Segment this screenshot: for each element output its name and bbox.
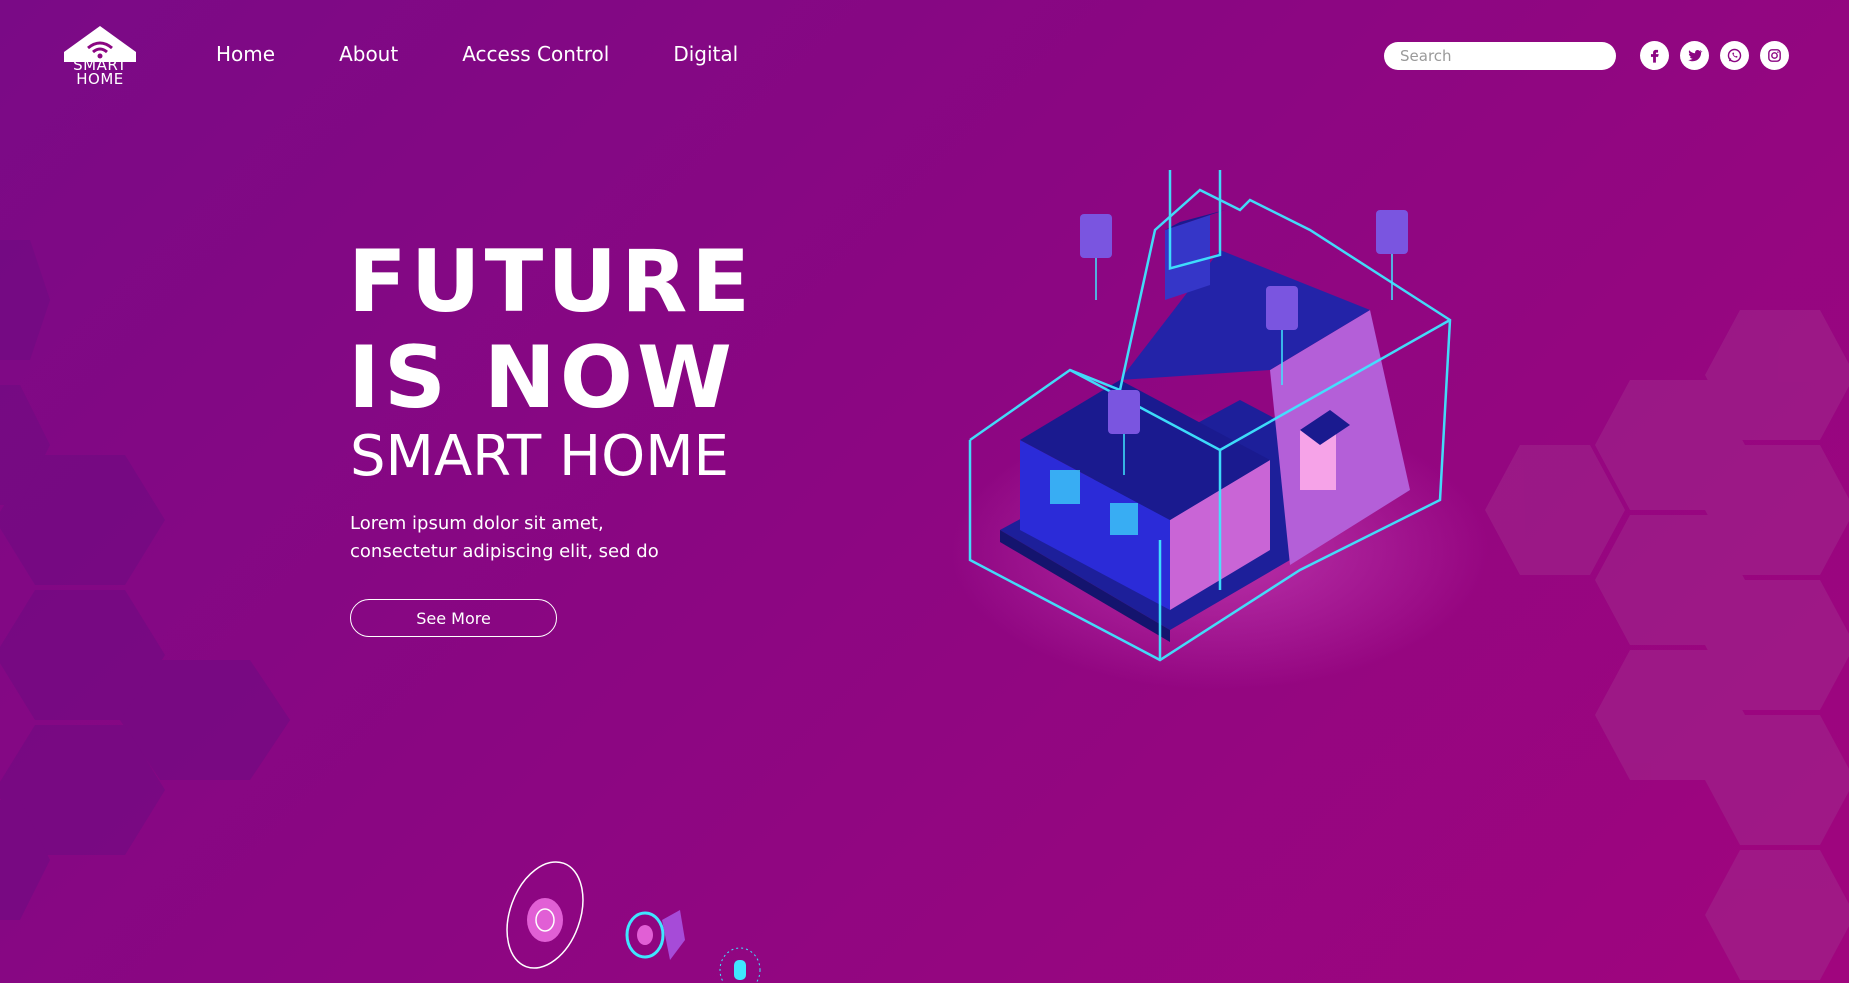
twitter-icon[interactable] (1680, 41, 1709, 70)
nav-about[interactable]: About (339, 42, 398, 66)
facebook-icon[interactable] (1640, 41, 1669, 70)
brand-name: SMART HOME (60, 58, 140, 88)
smart-devices-decoration (506, 861, 761, 983)
nav-access-control[interactable]: Access Control (462, 42, 609, 66)
whatsapp-icon[interactable] (1720, 41, 1749, 70)
main-nav: Home About Access Control Digital (216, 42, 802, 66)
background-hexagon-pattern (0, 240, 1849, 980)
isometric-smart-house-illustration (950, 170, 1490, 690)
hero-subtitle: SMART HOME (350, 424, 729, 489)
hero-title-line2: IS NOW (348, 328, 736, 428)
brand-line2: HOME (76, 70, 124, 88)
nav-home[interactable]: Home (216, 42, 275, 66)
nav-digital[interactable]: Digital (673, 42, 738, 66)
see-more-button[interactable]: See More (350, 599, 557, 637)
search-input[interactable] (1384, 42, 1616, 70)
instagram-icon[interactable] (1760, 41, 1789, 70)
hero-title-line1: FUTURE (348, 232, 755, 332)
hero-description: Lorem ipsum dolor sit amet, consectetur … (350, 513, 659, 562)
